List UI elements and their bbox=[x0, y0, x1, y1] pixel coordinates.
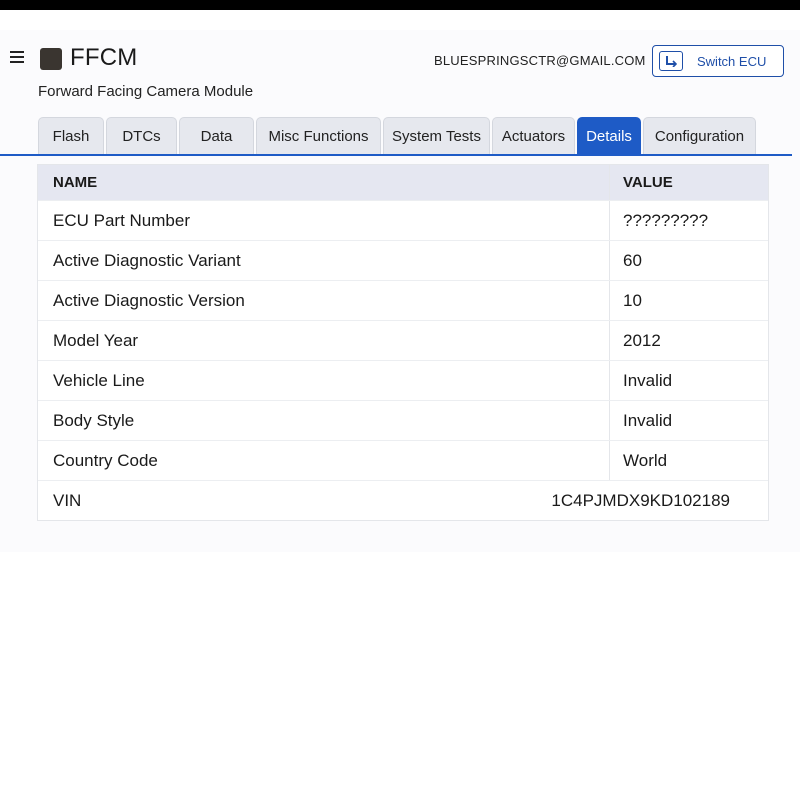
app-title: FFCM bbox=[70, 44, 138, 71]
tab-data[interactable]: Data bbox=[179, 117, 254, 155]
switch-ecu-icon bbox=[659, 51, 683, 71]
value-column-header: VALUE bbox=[623, 174, 673, 191]
tab-flash[interactable]: Flash bbox=[38, 117, 104, 155]
row-name: Country Code bbox=[38, 441, 610, 480]
switch-ecu-button[interactable]: Switch ECU bbox=[652, 45, 784, 77]
row-value: 1C4PJMDX9KD102189 bbox=[551, 490, 730, 510]
row-value: Invalid bbox=[623, 370, 673, 390]
app-subtitle: Forward Facing Camera Module bbox=[38, 83, 254, 100]
switch-ecu-label: Switch ECU bbox=[697, 53, 767, 69]
table-row: Active Diagnostic Variant 60 bbox=[38, 240, 768, 280]
row-name: Vehicle Line bbox=[38, 361, 610, 400]
tab-misc-functions[interactable]: Misc Functions bbox=[256, 117, 381, 155]
row-name: Active Diagnostic Variant bbox=[38, 241, 610, 280]
tab-configuration[interactable]: Configuration bbox=[643, 117, 756, 155]
row-name: VIN bbox=[53, 490, 82, 510]
row-name: Active Diagnostic Version bbox=[38, 281, 610, 320]
row-name: Body Style bbox=[38, 401, 610, 440]
table-row: Country Code World bbox=[38, 440, 768, 480]
app-logo-icon bbox=[40, 48, 62, 70]
top-black-bar bbox=[0, 0, 800, 10]
row-name: Model Year bbox=[38, 321, 610, 360]
name-column-header: NAME bbox=[38, 165, 610, 200]
tab-underline bbox=[0, 154, 792, 156]
user-email: BLUESPRINGSCTR@GMAIL.COM bbox=[434, 53, 646, 68]
tab-actuators[interactable]: Actuators bbox=[492, 117, 575, 155]
table-row: ECU Part Number ????????? bbox=[38, 200, 768, 240]
row-value: World bbox=[623, 450, 668, 470]
hamburger-menu-icon[interactable] bbox=[10, 51, 24, 65]
row-value: ????????? bbox=[623, 210, 709, 230]
table-row: VIN 1C4PJMDX9KD102189 bbox=[38, 480, 768, 520]
table-row: Model Year 2012 bbox=[38, 320, 768, 360]
row-name: ECU Part Number bbox=[38, 201, 610, 240]
tab-bar: Flash DTCs Data Misc Functions System Te… bbox=[38, 117, 758, 155]
row-value: 2012 bbox=[623, 330, 661, 350]
table-row: Body Style Invalid bbox=[38, 400, 768, 440]
tab-details[interactable]: Details bbox=[577, 117, 641, 155]
tab-system-tests[interactable]: System Tests bbox=[383, 117, 490, 155]
row-value: Invalid bbox=[623, 410, 673, 430]
table-row: Vehicle Line Invalid bbox=[38, 360, 768, 400]
row-value: 60 bbox=[623, 250, 642, 270]
details-table: NAME VALUE ECU Part Number ????????? Act… bbox=[37, 164, 769, 521]
table-header: NAME VALUE bbox=[38, 165, 768, 200]
table-row: Active Diagnostic Version 10 bbox=[38, 280, 768, 320]
row-value: 10 bbox=[623, 290, 642, 310]
tab-dtcs[interactable]: DTCs bbox=[106, 117, 177, 155]
